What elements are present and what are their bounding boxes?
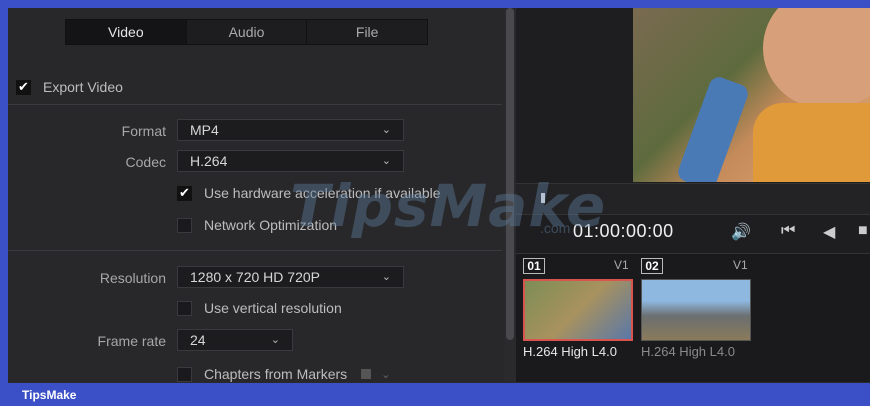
tab-audio[interactable]: Audio: [187, 20, 308, 44]
frame-rate-value: 24: [190, 332, 206, 348]
chevron-down-icon: ⌄: [381, 271, 391, 283]
codec-value: H.264: [190, 153, 228, 169]
volume-icon[interactable]: 🔊: [731, 222, 751, 242]
preview-shirt: [753, 103, 870, 182]
clip-codec-label: H.264 High L4.0: [641, 344, 735, 359]
chevron-down-icon: ⌄: [381, 124, 391, 136]
chevron-down-icon: ⌄: [270, 334, 280, 346]
export-video-checkbox[interactable]: ✔: [16, 79, 31, 95]
preview-backpack-strap: [675, 74, 751, 182]
top-accent-bar: [0, 0, 870, 8]
vertical-res-row: Use vertical resolution: [177, 300, 342, 316]
clip-thumbnail[interactable]: [641, 279, 751, 341]
codec-select[interactable]: H.264 ⌄: [177, 150, 404, 172]
clip-track-label: V1: [733, 258, 748, 272]
network-opt-checkbox[interactable]: [177, 217, 192, 233]
settings-tabs: Video Audio File: [65, 19, 428, 45]
resolution-label: Resolution: [99, 270, 166, 286]
format-value: MP4: [190, 122, 219, 138]
clip-track-label: V1: [614, 258, 629, 272]
left-accent-bar: [0, 8, 8, 406]
preview-subject-face: [763, 8, 870, 108]
clip-number-badge: 02: [641, 258, 663, 274]
codec-label: Codec: [125, 154, 166, 170]
export-video-label: Export Video: [43, 79, 123, 95]
format-select[interactable]: MP4 ⌄: [177, 119, 404, 141]
tab-file[interactable]: File: [307, 20, 427, 44]
video-preview: [633, 8, 870, 182]
chapters-label: Chapters from Markers: [204, 366, 348, 382]
format-label: Format: [121, 123, 166, 139]
export-video-row: ✔ Export Video: [16, 79, 123, 95]
play-reverse-icon[interactable]: ◀: [823, 222, 835, 242]
vertical-res-checkbox[interactable]: [177, 300, 192, 316]
vertical-res-label: Use vertical resolution: [204, 300, 342, 316]
marker-icon: [361, 369, 372, 379]
resolution-value: 1280 x 720 HD 720P: [190, 269, 320, 285]
clip-codec-label: H.264 High L4.0: [523, 344, 617, 359]
chapters-checkbox[interactable]: [177, 366, 192, 382]
tab-video[interactable]: Video: [66, 20, 187, 44]
chevron-down-icon: ⌄: [381, 155, 391, 167]
footer-bar: TipsMake: [8, 383, 870, 406]
chevron-down-icon[interactable]: ⌄: [381, 368, 390, 381]
clip-thumbnail[interactable]: [523, 279, 633, 341]
stop-icon[interactable]: ■: [858, 222, 868, 240]
skip-to-start-icon[interactable]: ⏮: [781, 222, 795, 240]
watermark-suffix: .com: [540, 220, 571, 236]
hw-accel-checkbox[interactable]: ✔: [177, 185, 192, 201]
resolution-select[interactable]: 1280 x 720 HD 720P ⌄: [177, 266, 404, 288]
section-divider: [8, 104, 502, 105]
footer-brand: TipsMake: [22, 387, 77, 402]
chapters-row: Chapters from Markers ⌄: [177, 366, 390, 382]
section-divider: [8, 250, 502, 251]
clip-number-badge: 01: [523, 258, 545, 274]
frame-rate-label: Frame rate: [97, 333, 166, 349]
frame-rate-select[interactable]: 24 ⌄: [177, 329, 293, 351]
